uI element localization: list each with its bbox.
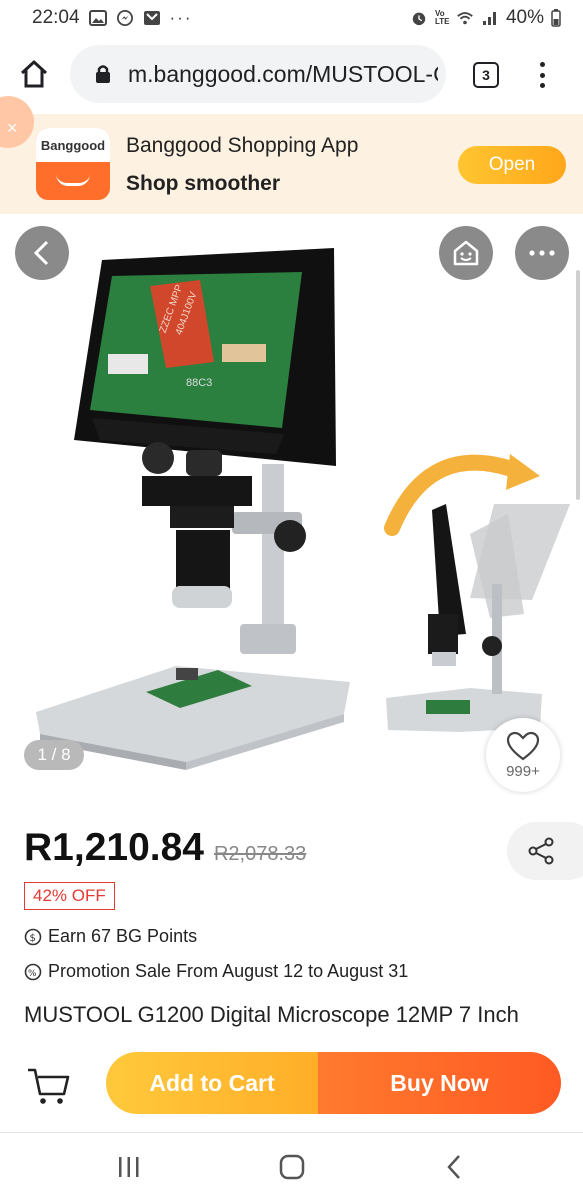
android-navigation-bar (0, 1132, 583, 1200)
browser-toolbar: m.banggood.com/MUSTOOL-G1200-Digital-Mic… (0, 36, 583, 114)
points-text: Earn 67 BG Points (48, 926, 198, 946)
mail-notification-icon (143, 11, 160, 25)
menu-dot (539, 62, 545, 67)
product-image: ZZEC MPP 404J100V 88C3 (36, 248, 570, 770)
wishlist-button[interactable]: 999+ (486, 718, 560, 792)
banggood-app-logo: Banggood (36, 128, 110, 200)
status-right: Vo LTE 40% (410, 7, 561, 29)
screen-label-3: 88C3 (186, 377, 212, 389)
app-download-banner: × Banggood Banggood Shopping App Shop sm… (0, 96, 583, 214)
browser-menu-button[interactable] (532, 58, 552, 92)
alarm-icon (412, 12, 426, 26)
smiley-home-icon (453, 240, 479, 266)
chevron-left-icon (33, 240, 49, 266)
coin-icon: $ (24, 928, 42, 945)
signal-icon (482, 12, 496, 25)
more-notifications-icon: ··· (169, 8, 193, 27)
gallery-notification-icon (88, 10, 107, 26)
close-icon: × (7, 118, 18, 138)
share-button[interactable] (507, 822, 583, 880)
menu-dot (539, 72, 545, 78)
lock-icon (96, 65, 110, 83)
image-counter: 1 / 8 (24, 740, 84, 770)
product-title: MUSTOOL G1200 Digital Microscope 12MP 7 … (24, 1002, 519, 1027)
wifi-icon (457, 12, 473, 25)
logo-wordmark: Banggood (36, 128, 110, 162)
logo-smile-icon (56, 174, 90, 186)
status-bar: 22:04 ··· Vo LTE 40% (0, 0, 583, 36)
gallery-scrollbar (576, 270, 580, 500)
open-app-button[interactable]: Open (458, 146, 566, 184)
home-icon[interactable] (18, 58, 50, 90)
back-button[interactable] (15, 226, 69, 280)
battery-percent: 40% (505, 7, 544, 28)
price-row: R1,210.84 R2,078.33 (24, 826, 306, 870)
recent-apps-icon[interactable] (114, 1153, 144, 1181)
more-icon (529, 250, 555, 256)
svg-text:%: % (28, 969, 37, 979)
menu-dot (539, 83, 545, 88)
battery-icon (551, 9, 561, 27)
percent-icon: % (24, 963, 42, 980)
clock: 22:04 (32, 7, 80, 28)
product-image-gallery[interactable]: ZZEC MPP 404J100V 88C3 1 / 8 999+ (0, 214, 583, 796)
more-options-button[interactable] (515, 226, 569, 280)
home-nav-icon[interactable] (277, 1153, 307, 1181)
status-left: 22:04 ··· (32, 7, 193, 29)
cart-icon[interactable] (26, 1066, 70, 1106)
purchase-action-bar: Add to Cart Buy Now (0, 1040, 583, 1130)
discount-badge: 42% OFF (24, 882, 115, 910)
original-price: R2,078.33 (213, 843, 307, 865)
current-price: R1,210.84 (24, 826, 204, 869)
share-icon (528, 837, 554, 865)
promotion-text: Promotion Sale From August 12 to August … (48, 961, 409, 981)
wishlist-count: 999+ (506, 762, 540, 780)
volte-icon: Vo LTE (434, 9, 450, 26)
tab-switcher-button[interactable]: 3 (473, 62, 499, 88)
buy-now-button[interactable]: Buy Now (318, 1052, 561, 1114)
banner-title: Banggood Shopping App (126, 134, 359, 157)
back-nav-icon[interactable] (440, 1153, 470, 1181)
points-line[interactable]: $ Earn 67 BG Points (24, 926, 197, 947)
add-to-cart-button[interactable]: Add to Cart (106, 1052, 318, 1114)
banner-subtitle: Shop smoother (126, 172, 281, 195)
heart-icon (506, 731, 540, 760)
address-bar[interactable]: m.banggood.com/MUSTOOL-G1200-Digital-Mic… (70, 45, 446, 103)
url-text: m.banggood.com/MUSTOOL-G1200-Digital-Mic… (128, 60, 438, 87)
messenger-notification-icon (116, 10, 133, 26)
svg-text:$: $ (30, 933, 36, 944)
promotion-line[interactable]: % Promotion Sale From August 12 to Augus… (24, 961, 408, 982)
store-home-button[interactable] (439, 226, 493, 280)
